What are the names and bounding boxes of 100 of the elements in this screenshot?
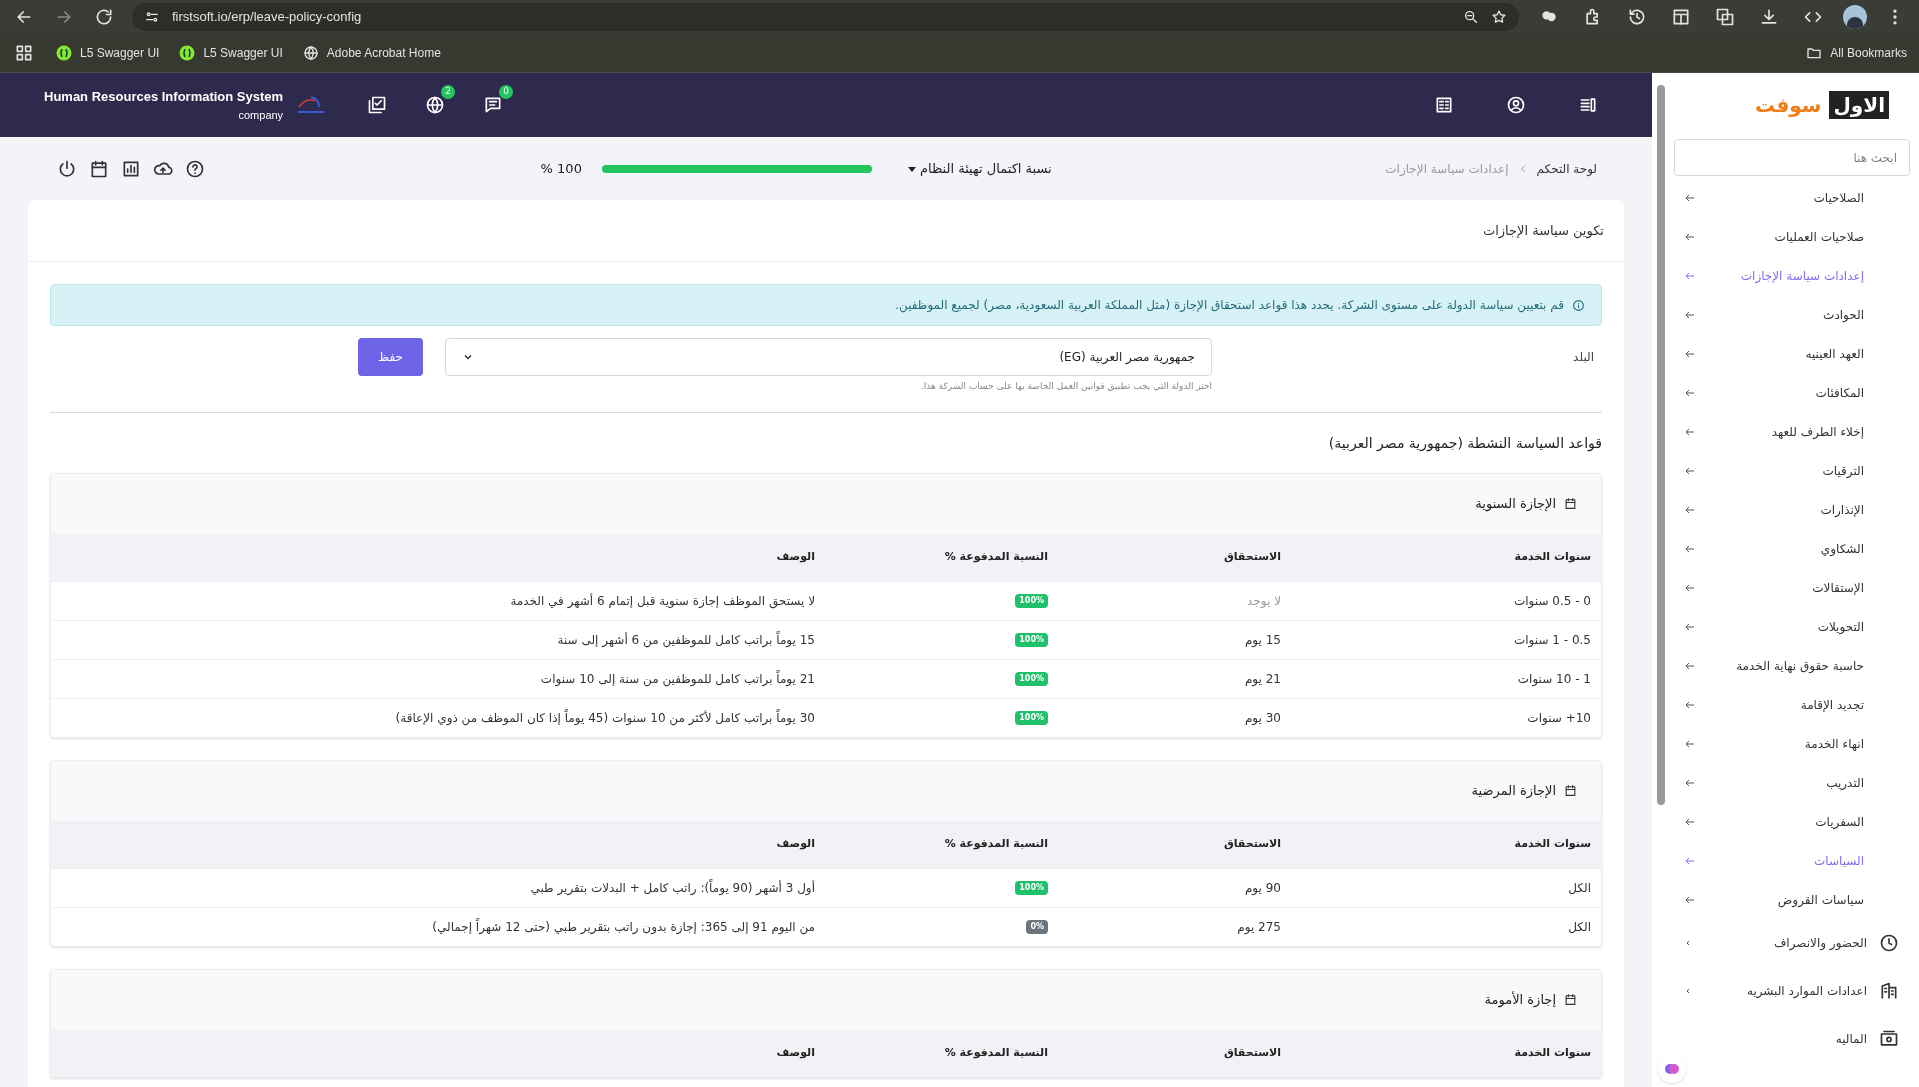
notification-badge: 2 [441,85,456,99]
address-bar[interactable]: firstsoft.io/erp/leave-policy-config [132,2,1519,31]
column-header: سنوات الخدمة [1513,835,1591,852]
company-label: company [238,107,284,123]
assistant-button[interactable] [1658,1055,1686,1083]
sidebar-item[interactable]: التحويلات [1674,607,1919,646]
table-cell-text: 0.5 - 1 سنوات [1512,631,1591,649]
logo-word: سوفت [1754,92,1822,119]
table-cell-text: 21 يوم [1243,670,1281,688]
sidebar-item[interactable]: المكافئات [1674,373,1919,412]
search-field[interactable]: ابحث هنا [1674,139,1910,176]
paid-badge: 100% [1015,593,1048,608]
sidebar-item[interactable]: الإنذارات [1674,490,1919,529]
table-cell-text: 1 - 10 سنوات [1516,670,1591,688]
sidebar-item[interactable]: الحوادث [1674,295,1919,334]
table-cell-text: 275 يوم [1236,918,1281,936]
avatar[interactable] [1843,4,1867,29]
bookmark-link[interactable]: L5 Swagger UI [179,43,283,62]
calendar-icon [1564,784,1577,797]
country-select[interactable]: جمهورية مصر العربية (EG) [445,338,1212,376]
logo-mark: الاول [1829,91,1889,119]
bookmark-link[interactable]: L5 Swagger UI [56,43,160,62]
building-icon [1879,981,1899,1001]
table-cell-text: 15 يوم [1243,631,1281,649]
section-heading: قواعد السياسة النشطة (جمهورية مصر العربية) [1328,434,1602,451]
money-icon [1879,1029,1899,1049]
star-icon [1491,8,1507,25]
sidebar-group[interactable]: الحضور والانصراف [1674,919,1919,967]
sidebar-item[interactable]: السفريات [1674,802,1919,841]
chevron-icon [1684,939,1692,947]
policy-title: الإجازة السنوية [1475,494,1556,514]
sidebar-group[interactable]: الماليه [1674,1015,1919,1063]
table-cell-text: لا يستحق الموظف إجازة سنوية قبل إتمام 6 أشهر في الخدمة [509,592,815,610]
table-cell-text: من اليوم 91 إلى 365: إجازة بدون راتب بتقرير طبي (حتى 12 شهراً إجمالي) [431,917,815,936]
sidebar-item[interactable]: سياسات القروض [1674,880,1919,919]
save-button[interactable]: حفظ [358,338,423,376]
info-icon [1572,298,1585,312]
table-cell-text: الكل [1567,879,1591,897]
paid-badge: 0% [1026,919,1048,934]
caret-icon [907,164,916,173]
column-header: النسبة المدفوعة % [943,1044,1048,1061]
card-title: تكوين سياسة الإجازات [1482,221,1604,241]
scrollbar[interactable] [1657,85,1665,805]
swagger-icon [56,44,72,61]
table-cell-text: الكل [1567,918,1591,936]
column-header: سنوات الخدمة [1513,548,1591,565]
table-cell-text: لا يوجد [1246,592,1281,610]
sidebar-item[interactable]: الترقيات [1674,451,1919,490]
table-cell-text: 10+ سنوات [1526,709,1591,727]
sidebar-item[interactable]: تجديد الإقامة [1674,685,1919,724]
country-label: البلد [1572,349,1595,366]
table-cell-text: 15 يوماً براتب كامل للموظفين من 6 أشهر إلى سنة [556,630,815,649]
column-header: الوصف [775,835,815,852]
sidebar-item[interactable]: العهد العينيه [1674,334,1919,373]
paid-badge: 100% [1015,880,1048,895]
progress-reading: % 100 [540,159,582,178]
column-header: الاستحقاق [1222,548,1281,565]
paid-badge: 100% [1015,671,1048,686]
policy-title: الإجازة المرضية [1471,781,1556,801]
sidebar-item[interactable]: السياسات [1674,841,1919,880]
sidebar-item[interactable]: إعدادات سياسة الإجازات [1674,256,1919,295]
column-header: الوصف [775,1044,815,1061]
sidebar-item[interactable]: الصلاحيات [1674,178,1919,217]
progress-dropdown[interactable]: نسبة اكتمال تهيئة النظام [907,158,1052,179]
sidebar-group[interactable]: اعدادات الموارد البشريه [1674,967,1919,1015]
table-cell-text: 30 يوم [1243,709,1281,727]
brain-icon [1664,1061,1680,1077]
sidebar-item[interactable]: التدريب [1674,763,1919,802]
calendar-icon [1564,497,1577,510]
bookmark-link[interactable]: Adobe Acrobat Home [302,43,441,62]
column-header: النسبة المدفوعة % [943,835,1048,852]
sidebar-item[interactable]: الإستقالات [1674,568,1919,607]
column-header: الاستحقاق [1222,1044,1281,1061]
table-cell-text: أول 3 أشهر (90 يوماً): راتب كامل + البدلات بتقرير طبي [529,878,815,897]
calendar-icon [1564,993,1577,1006]
sidebar-item[interactable]: حاسبة حقوق نهاية الخدمة [1674,646,1919,685]
alert-text: قم بتعيين سياسة الدولة على مستوى الشركة. يحدد هذا قواعد استحقاق الإجازة (مثل المملكة العربية السعودية، مصر) لجميع الموظفين. [895,297,1564,314]
paid-badge: 100% [1015,632,1048,647]
clock-icon [1879,933,1899,953]
sidebar-item[interactable]: الشكاوي [1674,529,1919,568]
column-header: الوصف [775,548,815,565]
globe-icon [302,44,319,61]
message-badge: 0 [499,85,514,99]
sidebar-item[interactable]: إخلاء الطرف للعهد [1674,412,1919,451]
sidebar-item[interactable]: انهاء الخدمة [1674,724,1919,763]
sidebar-item[interactable]: صلاحيات العمليات [1674,217,1919,256]
app-title: Human Resources Information System [44,88,284,106]
table-cell-text: 90 يوم [1243,879,1281,897]
table-cell-text: 30 يوماً براتب كامل لأكثر من 10 سنوات (45 يوماً إذا كان الموظف من ذوي الإعاقة) [394,708,815,727]
table-cell-text: 21 يوماً براتب كامل للموظفين من سنة إلى 10 سنوات [539,669,815,688]
breadcrumb-link[interactable]: لوحة التحكم [1536,159,1597,178]
zoom-icon [1463,8,1479,25]
table-cell-text: 0 - 0.5 سنوات [1512,592,1591,610]
country-hint: اختر الدولة التي يجب تطبيق قوانين العمل الخاصة بها على حساب الشركة هذا. [920,380,1212,393]
column-header: سنوات الخدمة [1513,1044,1591,1061]
column-header: الاستحقاق [1222,835,1281,852]
all-bookmarks-link[interactable]: All Bookmarks [1806,43,1907,62]
swagger-icon [179,44,196,61]
policy-title: إجازة الأمومة [1484,990,1556,1010]
column-header: النسبة المدفوعة % [943,548,1048,565]
